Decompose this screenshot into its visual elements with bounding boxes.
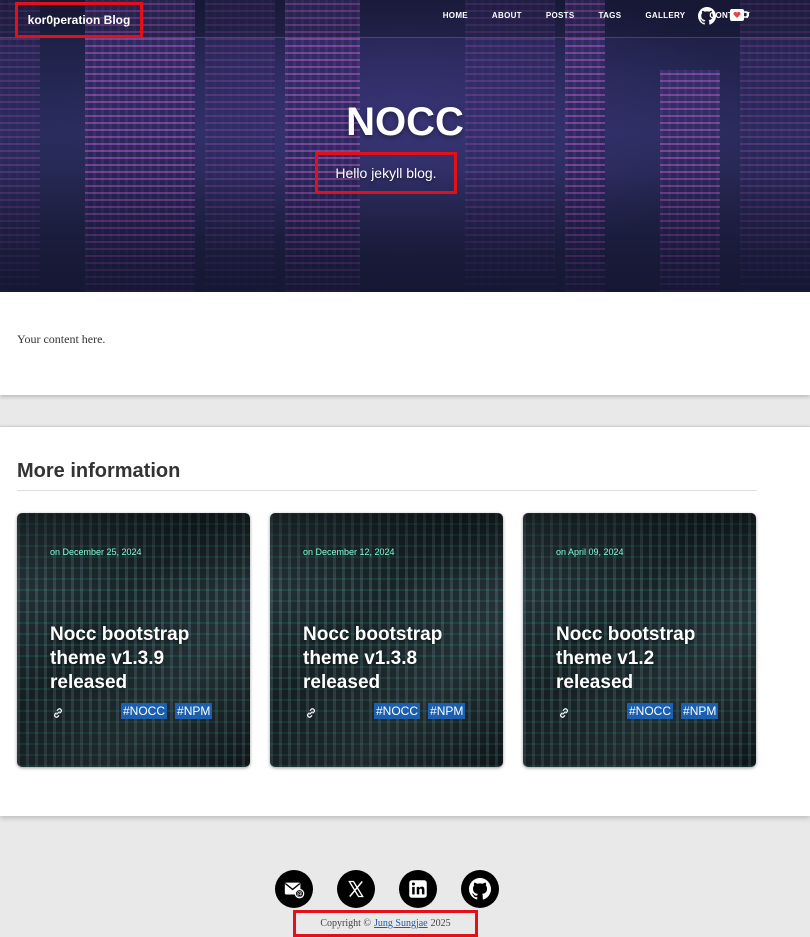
content-text: Your content here. <box>17 332 106 346</box>
post-title[interactable]: Nocc bootstrap theme v1.3.8 released <box>303 623 483 695</box>
post-card[interactable]: on December 12, 2024 Nocc bootstrap them… <box>270 513 503 767</box>
tag-link[interactable]: #NPM <box>681 703 719 719</box>
tag-link[interactable]: #NOCC <box>374 703 421 719</box>
tag-link[interactable]: #NOCC <box>627 703 674 719</box>
nav-posts[interactable]: POSTS <box>546 11 575 20</box>
nav-tags[interactable]: TAGS <box>599 11 622 20</box>
hero-banner: kor0peration Blog HOME ABOUT POSTS TAGS … <box>0 0 810 292</box>
post-date: on December 25, 2024 <box>50 547 142 557</box>
link-icon[interactable] <box>52 706 64 718</box>
post-tags: #NOCC #NPM <box>627 703 719 719</box>
tag-link[interactable]: #NOCC <box>121 703 168 719</box>
github-icon[interactable] <box>461 870 499 908</box>
x-icon[interactable] <box>337 870 375 908</box>
top-navbar: kor0peration Blog HOME ABOUT POSTS TAGS … <box>0 0 810 38</box>
divider <box>17 490 757 491</box>
link-icon[interactable] <box>305 706 317 718</box>
brand-link[interactable]: kor0peration Blog <box>15 2 143 38</box>
email-icon[interactable]: @ <box>275 870 313 908</box>
post-tags: #NOCC #NPM <box>121 703 213 719</box>
post-tags: #NOCC #NPM <box>374 703 466 719</box>
linkedin-icon[interactable] <box>399 870 437 908</box>
social-links: @ <box>275 870 499 908</box>
page-subtitle: Hello jekyll blog. <box>315 152 457 194</box>
more-information-section: More information on December 25, 2024 No… <box>0 426 810 816</box>
post-date: on December 12, 2024 <box>303 547 395 557</box>
svg-text:@: @ <box>297 891 303 898</box>
github-icon[interactable] <box>698 7 717 25</box>
copyright-year: 2025 <box>430 918 451 929</box>
tag-link[interactable]: #NPM <box>428 703 466 719</box>
main-content: Your content here. <box>0 292 810 395</box>
section-heading: More information <box>17 460 181 482</box>
nav-gallery[interactable]: GALLERY <box>645 11 685 20</box>
nav-about[interactable]: ABOUT <box>492 11 522 20</box>
link-icon[interactable] <box>558 706 570 718</box>
tag-link[interactable]: #NPM <box>175 703 213 719</box>
post-title[interactable]: Nocc bootstrap theme v1.3.9 released <box>50 623 230 695</box>
post-card[interactable]: on April 09, 2024 Nocc bootstrap theme v… <box>523 513 756 767</box>
post-card[interactable]: on December 25, 2024 Nocc bootstrap them… <box>17 513 250 767</box>
copyright-notice: Copyright © Jung Sungjae 2025 <box>293 910 478 937</box>
author-link[interactable]: Jung Sungjae <box>374 918 428 929</box>
copyright-prefix: Copyright © <box>320 918 372 929</box>
coffee-cup-icon[interactable] <box>729 7 750 25</box>
nav-home[interactable]: HOME <box>443 11 468 20</box>
post-date: on April 09, 2024 <box>556 547 624 557</box>
post-title[interactable]: Nocc bootstrap theme v1.2 released <box>556 623 736 695</box>
page-title: NOCC <box>346 100 464 144</box>
